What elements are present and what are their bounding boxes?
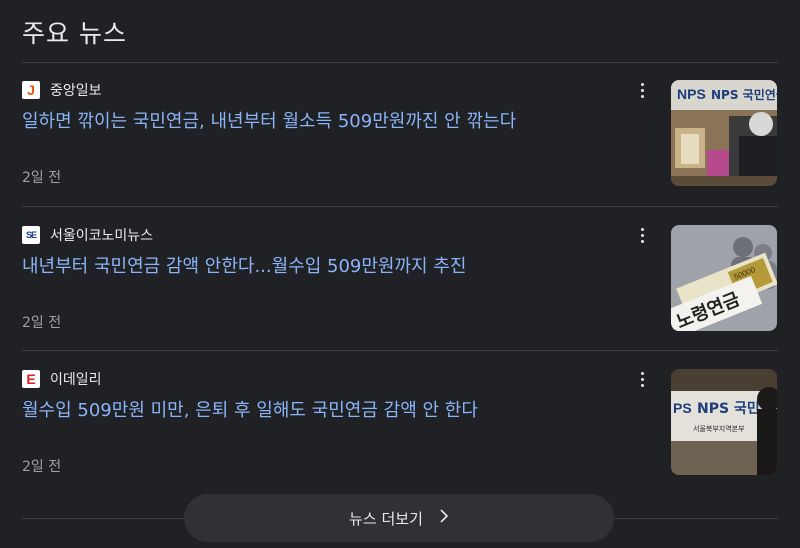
timestamp: 2일 전 <box>22 315 62 331</box>
source-name: 이데일리 <box>50 372 102 388</box>
chevron-right-icon <box>439 509 449 527</box>
article-thumbnail[interactable]: 50000 노령연금 <box>671 225 777 331</box>
source-name: 중앙일보 <box>50 83 102 99</box>
seoul-economy-favicon-icon: SE <box>22 226 40 244</box>
source-row: J 중앙일보 <box>22 80 102 100</box>
more-news-label: 뉴스 더보기 <box>349 509 423 528</box>
nps-branch-image: PS NPS 국민연금 서울북부지역본부 <box>671 369 777 475</box>
svg-text:NPS 국민연금: NPS 국민연금 <box>711 87 777 102</box>
news-article[interactable]: J 중앙일보 일하면 깎이는 국민연금, 내년부터 월소득 509만원까진 안 … <box>22 62 778 206</box>
section-title: 주요 뉴스 <box>22 19 127 48</box>
svg-text:서울북부지역본부: 서울북부지역본부 <box>693 424 745 433</box>
article-thumbnail[interactable]: PS NPS 국민연금 서울북부지역본부 <box>671 369 777 475</box>
news-article[interactable]: SE 서울이코노미뉴스 내년부터 국민연금 감액 안한다...월수입 509만원… <box>22 207 778 351</box>
headline-link[interactable]: 일하면 깎이는 국민연금, 내년부터 월소득 509만원까진 안 깎는다 <box>22 110 642 134</box>
headline-link[interactable]: 월수입 509만원 미만, 은퇴 후 일해도 국민연금 감액 안 한다 <box>22 399 642 423</box>
source-row: SE 서울이코노미뉴스 <box>22 225 153 245</box>
pension-illustration-image: 50000 노령연금 <box>671 225 777 331</box>
joongang-favicon-icon: J <box>22 81 40 99</box>
news-article[interactable]: E 이데일리 월수입 509만원 미만, 은퇴 후 일해도 국민연금 감액 안 … <box>22 351 778 495</box>
edaily-favicon-icon: E <box>22 370 40 388</box>
timestamp: 2일 전 <box>22 170 62 186</box>
source-name: 서울이코노미뉴스 <box>50 228 154 244</box>
more-news-button[interactable]: 뉴스 더보기 <box>184 494 614 542</box>
more-options-icon[interactable] <box>632 223 652 247</box>
nps-office-image: NPS NPS 국민연금 <box>671 80 777 186</box>
more-options-icon[interactable] <box>632 367 652 391</box>
svg-text:PS: PS <box>673 400 692 416</box>
svg-text:NPS: NPS <box>677 86 706 102</box>
source-row: E 이데일리 <box>22 369 102 389</box>
more-options-icon[interactable] <box>632 78 652 102</box>
timestamp: 2일 전 <box>22 459 62 475</box>
headline-link[interactable]: 내년부터 국민연금 감액 안한다...월수입 509만원까지 추진 <box>22 255 642 279</box>
article-thumbnail[interactable]: NPS NPS 국민연금 <box>671 80 777 186</box>
